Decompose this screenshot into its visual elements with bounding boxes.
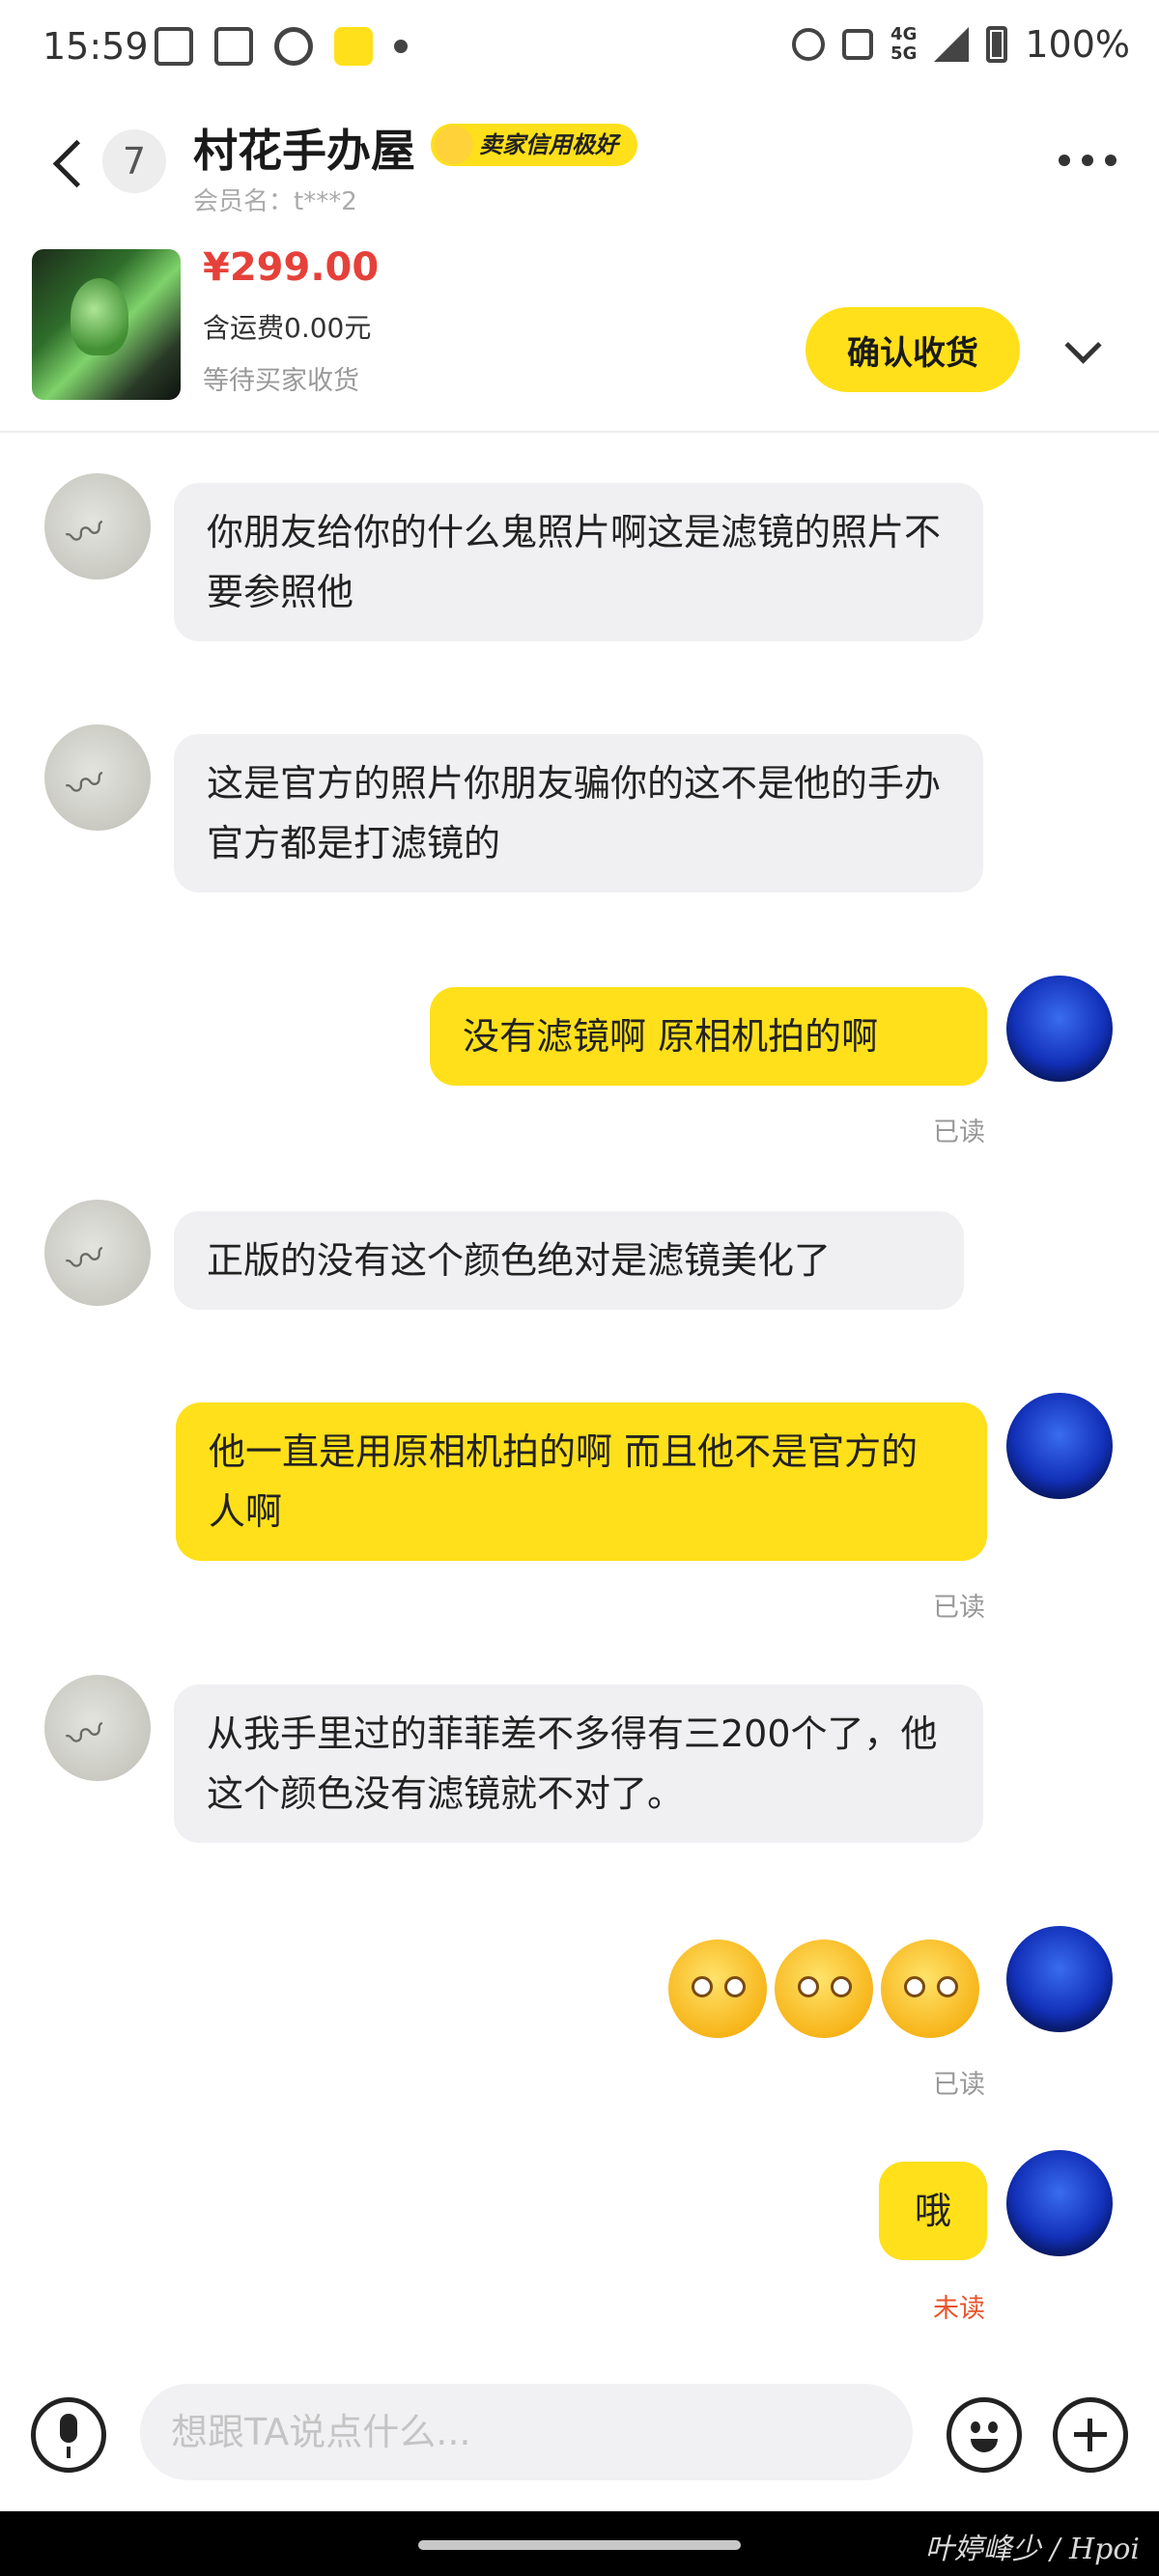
shop-name[interactable]: 村花手办屋 xyxy=(193,116,415,180)
seller-avatar[interactable] xyxy=(44,1200,151,1306)
message-input[interactable] xyxy=(140,2384,913,2480)
cool-face-icon xyxy=(435,126,473,164)
status-time: 15:59 xyxy=(42,25,149,68)
my-avatar[interactable] xyxy=(1006,976,1113,1082)
product-card[interactable]: ¥299.00 含运费0.00元 等待买家收货 确认收货 xyxy=(0,236,1159,433)
unread-status: 未读 xyxy=(933,2294,985,2324)
input-bar xyxy=(0,2355,1159,2511)
chat-header: 7 村花手办屋 卖家信用极好 会员名：t***2 xyxy=(0,100,1159,236)
message-bubble-outgoing[interactable]: 没有滤镜啊 原相机拍的啊 xyxy=(430,987,987,1086)
home-indicator[interactable] xyxy=(418,2540,741,2550)
confirm-receipt-button[interactable]: 确认收货 xyxy=(806,307,1020,392)
flushed-face-emoji[interactable] xyxy=(775,1939,873,2038)
my-avatar[interactable] xyxy=(1006,1926,1113,2032)
flushed-face-emoji[interactable] xyxy=(668,1939,767,2038)
seller-credit-badge[interactable]: 卖家信用极好 xyxy=(431,124,637,166)
system-icons: 4G 5G 100% xyxy=(792,23,1130,66)
battery-level: 100% xyxy=(1025,23,1130,66)
battery-icon xyxy=(986,26,1008,63)
read-status: 已读 xyxy=(933,2070,985,2100)
status-bar: 15:59 4G 5G 100% xyxy=(0,0,1159,100)
more-options-icon[interactable] xyxy=(1059,155,1117,166)
notification-icons xyxy=(155,27,408,66)
wechat-icon xyxy=(274,27,313,66)
message-bubble-incoming[interactable]: 你朋友给你的什么鬼照片啊这是滤镜的照片不要参照他 xyxy=(174,483,983,641)
back-icon[interactable] xyxy=(46,135,85,193)
emoji-icon[interactable] xyxy=(947,2397,1022,2473)
my-avatar[interactable] xyxy=(1006,1393,1113,1499)
read-status: 已读 xyxy=(933,1118,985,1147)
dot-icon xyxy=(394,40,408,53)
watermark: 叶婷峰少 / Hpoi xyxy=(924,2533,1140,2566)
seller-avatar[interactable] xyxy=(44,1675,151,1781)
message-bubble-outgoing[interactable]: 哦 xyxy=(879,2162,987,2260)
signal-icon xyxy=(934,27,970,62)
message-bubble-outgoing[interactable]: 他一直是用原相机拍的啊 而且他不是官方的人啊 xyxy=(176,1402,987,1561)
flushed-face-emoji[interactable] xyxy=(881,1939,979,2038)
seller-avatar[interactable] xyxy=(44,724,151,831)
member-name: 会员名：t***2 xyxy=(193,187,357,216)
microphone-icon[interactable] xyxy=(31,2397,106,2473)
navigation-bar: 叶婷峰少 / Hpoi xyxy=(0,2511,1159,2576)
alarm-icon xyxy=(792,28,826,61)
nfc-icon xyxy=(842,29,874,60)
seller-avatar[interactable] xyxy=(44,473,151,580)
plus-icon[interactable] xyxy=(1053,2397,1128,2473)
shipping-info: 含运费0.00元 xyxy=(203,312,372,344)
message-bubble-incoming[interactable]: 正版的没有这个颜色绝对是滤镜美化了 xyxy=(174,1211,964,1310)
message-bubble-incoming[interactable]: 从我手里过的菲菲差不多得有三200个了，他这个颜色没有滤镜就不对了。 xyxy=(174,1684,983,1843)
network-type: 4G 5G xyxy=(890,24,918,64)
chat-messages[interactable]: 你朋友给你的什么鬼照片啊这是滤镜的照片不要参照他 这是官方的照片你朋友骗你的这不… xyxy=(0,433,1159,2355)
message-bubble-incoming[interactable]: 这是官方的照片你朋友骗你的这不是他的手办官方都是打滤镜的 xyxy=(174,734,983,892)
unread-count-badge[interactable]: 7 xyxy=(102,129,166,193)
product-thumbnail[interactable] xyxy=(32,249,181,400)
read-status: 已读 xyxy=(933,1593,985,1623)
my-avatar[interactable] xyxy=(1006,2150,1113,2256)
copy-icon xyxy=(214,27,253,66)
product-price: ¥299.00 xyxy=(203,245,380,290)
message-icon xyxy=(155,27,193,66)
credit-badge-label: 卖家信用极好 xyxy=(479,131,618,158)
chevron-down-icon[interactable] xyxy=(1064,326,1102,364)
order-status: 等待买家收货 xyxy=(203,366,359,396)
xianyu-icon xyxy=(334,27,373,66)
